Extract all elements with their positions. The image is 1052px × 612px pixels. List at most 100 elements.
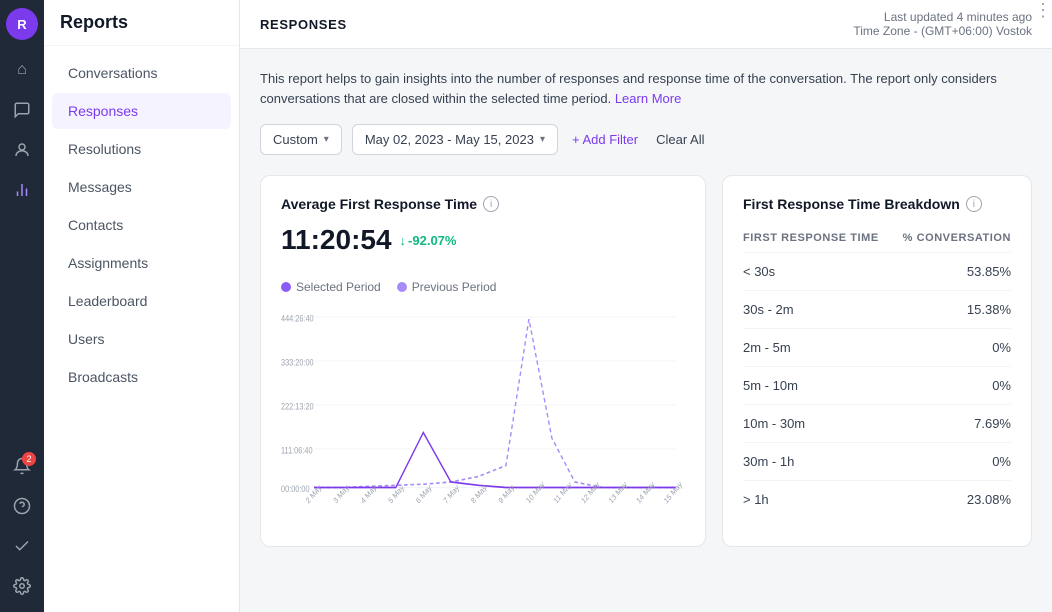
period-filter[interactable]: Custom ▾ <box>260 124 342 155</box>
table-row: 30s - 2m 15.38% <box>743 291 1011 329</box>
sidebar-item-contacts[interactable]: Contacts <box>52 207 231 243</box>
chart-container: 444:26:40 333:20:00 222:13:20 111:06:40 … <box>281 306 685 526</box>
sidebar-title: Reports <box>44 0 239 46</box>
table-row: < 30s 53.85% <box>743 253 1011 291</box>
metric-change: ↓ -92.07% <box>400 233 457 248</box>
notification-badge: 2 <box>22 452 36 466</box>
help-icon[interactable] <box>4 488 40 524</box>
breakdown-title: First Response Time Breakdown <box>743 196 960 212</box>
previous-dot <box>397 282 407 292</box>
timezone-text: Time Zone - (GMT+06:00) Vostok <box>853 24 1032 38</box>
pct-cell: 0% <box>892 329 1011 367</box>
sidebar: Reports Conversations Responses Resoluti… <box>44 0 240 612</box>
sidebar-item-assignments[interactable]: Assignments <box>52 245 231 281</box>
reports-icon[interactable] <box>4 172 40 208</box>
svg-text:6 May: 6 May <box>414 483 433 506</box>
table-row: 30m - 1h 0% <box>743 443 1011 481</box>
pct-cell: 15.38% <box>892 291 1011 329</box>
metric-number: 11:20:54 <box>281 224 392 256</box>
svg-text:444:26:40: 444:26:40 <box>281 314 314 324</box>
sidebar-nav: Conversations Responses Resolutions Mess… <box>44 46 239 404</box>
last-updated-text: Last updated 4 minutes ago <box>853 10 1032 24</box>
selected-period-label: Selected Period <box>296 280 381 294</box>
col-pct-header: % CONVERSATION <box>892 224 1011 253</box>
pct-cell: 0% <box>892 443 1011 481</box>
sidebar-item-broadcasts[interactable]: Broadcasts <box>52 359 231 395</box>
pct-cell: 53.85% <box>892 253 1011 291</box>
svg-text:11 May: 11 May <box>552 480 573 506</box>
date-range-filter[interactable]: May 02, 2023 - May 15, 2023 ▾ <box>352 124 558 155</box>
avg-response-card: Average First Response Time i 11:20:54 ↓… <box>260 175 706 547</box>
period-label: Custom <box>273 132 318 147</box>
svg-text:222:13:20: 222:13:20 <box>281 402 314 412</box>
icon-rail: R ⌂ 2 <box>0 0 44 612</box>
svg-text:10 May: 10 May <box>524 479 546 505</box>
sidebar-item-leaderboard[interactable]: Leaderboard <box>52 283 231 319</box>
avatar[interactable]: R <box>6 8 38 40</box>
range-cell: 10m - 30m <box>743 405 892 443</box>
learn-more-link[interactable]: Learn More <box>615 91 681 106</box>
conversations-icon[interactable] <box>4 92 40 128</box>
range-cell: > 1h <box>743 481 892 519</box>
last-updated-info: Last updated 4 minutes ago Time Zone - (… <box>853 10 1032 38</box>
col-range-header: FIRST RESPONSE TIME <box>743 224 892 253</box>
breakdown-card: First Response Time Breakdown i FIRST RE… <box>722 175 1032 547</box>
sidebar-item-conversations[interactable]: Conversations <box>52 55 231 91</box>
svg-text:5 May: 5 May <box>387 483 406 506</box>
chevron-down-icon: ▾ <box>324 134 329 145</box>
arrow-down-icon: ↓ <box>400 233 407 248</box>
response-chart: 444:26:40 333:20:00 222:13:20 111:06:40 … <box>281 306 685 526</box>
range-cell: 2m - 5m <box>743 329 892 367</box>
home-icon[interactable]: ⌂ <box>4 52 40 88</box>
avg-response-info-icon[interactable]: i <box>483 196 499 212</box>
page-title: RESPONSES <box>260 17 347 32</box>
contacts-icon[interactable] <box>4 132 40 168</box>
pct-cell: 7.69% <box>892 405 1011 443</box>
cards-row: Average First Response Time i 11:20:54 ↓… <box>260 175 1032 547</box>
topbar: RESPONSES Last updated 4 minutes ago Tim… <box>240 0 1052 49</box>
table-row: > 1h 23.08% <box>743 481 1011 519</box>
report-description: This report helps to gain insights into … <box>260 69 1032 108</box>
svg-text:15 May: 15 May <box>662 479 684 505</box>
selected-period-legend: Selected Period <box>281 280 381 294</box>
previous-period-label: Previous Period <box>412 280 497 294</box>
svg-text:7 May: 7 May <box>442 483 461 506</box>
chevron-down-icon-2: ▾ <box>540 134 545 145</box>
svg-text:111:06:40: 111:06:40 <box>281 446 313 456</box>
table-row: 2m - 5m 0% <box>743 329 1011 367</box>
clear-all-button[interactable]: Clear All <box>652 125 708 154</box>
sidebar-item-responses[interactable]: Responses <box>52 93 231 129</box>
sidebar-item-messages[interactable]: Messages <box>52 169 231 205</box>
breakdown-table: FIRST RESPONSE TIME % CONVERSATION < 30s… <box>743 224 1011 518</box>
add-filter-button[interactable]: + Add Filter <box>568 125 642 154</box>
svg-text:3 May: 3 May <box>332 483 351 506</box>
avg-response-title: Average First Response Time <box>281 196 477 212</box>
main-content: RESPONSES Last updated 4 minutes ago Tim… <box>240 0 1052 612</box>
svg-text:333:20:00: 333:20:00 <box>281 358 314 368</box>
breakdown-header: First Response Time Breakdown i <box>743 196 1011 212</box>
svg-text:14 May: 14 May <box>635 479 657 505</box>
pct-cell: 23.08% <box>892 481 1011 519</box>
sidebar-item-users[interactable]: Users <box>52 321 231 357</box>
date-range-label: May 02, 2023 - May 15, 2023 <box>365 132 534 147</box>
selected-dot <box>281 282 291 292</box>
filters-bar: Custom ▾ May 02, 2023 - May 15, 2023 ▾ +… <box>260 124 1032 155</box>
chart-legend: Selected Period Previous Period <box>281 280 496 294</box>
previous-period-legend: Previous Period <box>397 280 497 294</box>
check-icon[interactable] <box>4 528 40 564</box>
svg-text:00:00:00: 00:00:00 <box>281 484 310 494</box>
range-cell: 30m - 1h <box>743 443 892 481</box>
notifications-icon[interactable]: 2 <box>4 448 40 484</box>
range-cell: 30s - 2m <box>743 291 892 329</box>
content-area: This report helps to gain insights into … <box>240 49 1052 612</box>
sidebar-item-resolutions[interactable]: Resolutions <box>52 131 231 167</box>
table-row: 5m - 10m 0% <box>743 367 1011 405</box>
settings-icon[interactable] <box>4 568 40 604</box>
pct-cell: 0% <box>892 367 1011 405</box>
breakdown-info-icon[interactable]: i <box>966 196 982 212</box>
svg-text:13 May: 13 May <box>607 479 629 505</box>
range-cell: < 30s <box>743 253 892 291</box>
metric-value-display: 11:20:54 ↓ -92.07% <box>281 224 685 256</box>
table-row: 10m - 30m 7.69% <box>743 405 1011 443</box>
range-cell: 5m - 10m <box>743 367 892 405</box>
